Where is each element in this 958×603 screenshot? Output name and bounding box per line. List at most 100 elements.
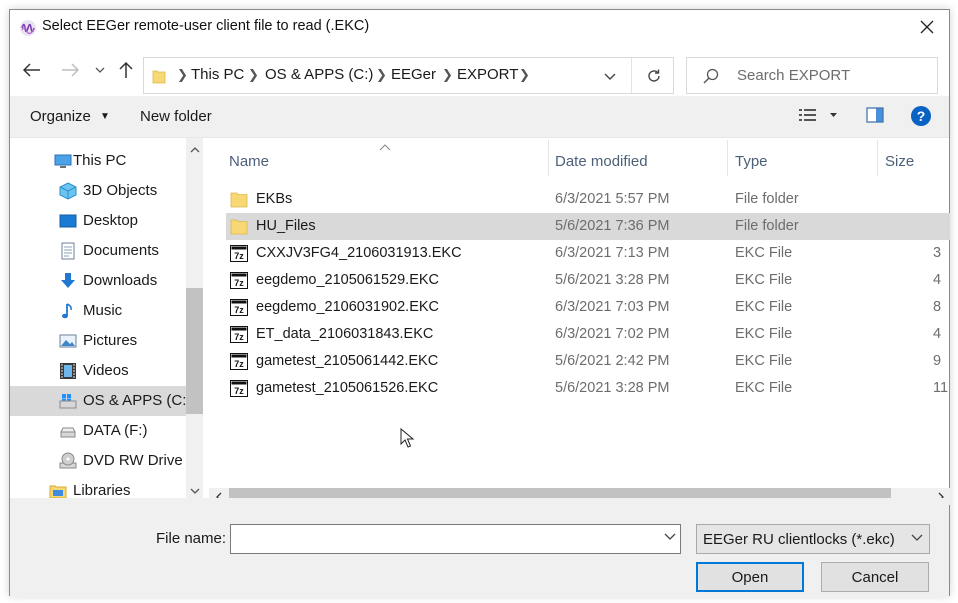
chevron-down-icon <box>911 534 923 541</box>
search-box[interactable]: Search EXPORT <box>686 57 938 94</box>
file-row[interactable]: 7z eegdemo_2106031902.EKC 6/3/2021 7:03 … <box>226 294 950 321</box>
file-size: 9 <box>933 353 942 369</box>
breadcrumb-eeger[interactable]: EEGer <box>391 66 436 83</box>
details-view-icon <box>799 109 837 121</box>
column-divider[interactable] <box>877 140 878 176</box>
title-bar: Select EEGer remote-user client file to … <box>10 10 949 46</box>
open-button[interactable]: Open <box>696 562 804 592</box>
svg-text:7z: 7z <box>234 278 244 288</box>
svg-text:7z: 7z <box>234 305 244 315</box>
file-row[interactable]: EKBs 6/3/2021 5:57 PM File folder <box>226 186 950 213</box>
forward-button[interactable] <box>58 59 82 81</box>
7z-file-icon: 7z <box>230 245 248 262</box>
folder-icon <box>230 219 248 235</box>
sidebar-item-videos[interactable]: Videos <box>10 356 186 386</box>
breadcrumb-os-apps[interactable]: OS & APPS (C:) <box>265 66 373 83</box>
breadcrumb-separator-icon: ❯ <box>248 67 259 82</box>
sidebar-item-data-drive[interactable]: DATA (F:) <box>10 416 186 446</box>
column-header-type[interactable]: Type <box>735 153 768 170</box>
scroll-up-arrow-icon[interactable] <box>189 144 200 155</box>
column-divider[interactable] <box>727 140 728 176</box>
content-area: This PC 3D Objects Desktop Documents Dow… <box>10 137 950 505</box>
arrow-left-icon <box>23 63 40 77</box>
scroll-down-arrow-icon[interactable] <box>189 485 200 496</box>
sort-ascending-icon <box>379 144 391 151</box>
file-name-combobox[interactable] <box>230 524 681 554</box>
breadcrumb-this-pc[interactable]: This PC <box>191 66 244 83</box>
help-button[interactable]: ? <box>910 105 932 130</box>
file-date: 5/6/2021 7:36 PM <box>555 218 670 234</box>
7z-file-icon: 7z <box>230 272 248 289</box>
file-name: eegdemo_2105061529.EKC <box>256 272 440 288</box>
back-button[interactable] <box>20 59 44 81</box>
navigation-pane: This PC 3D Objects Desktop Documents Dow… <box>10 138 186 498</box>
caret-down-icon: ▼ <box>100 111 110 122</box>
download-icon <box>61 273 75 288</box>
close-icon <box>920 20 934 33</box>
search-placeholder: Search EXPORT <box>737 67 851 84</box>
organize-button[interactable]: Organize ▼ <box>30 108 110 125</box>
sidebar-item-downloads[interactable]: Downloads <box>10 266 186 296</box>
file-size: 3 <box>933 245 942 261</box>
address-history-dropdown[interactable] <box>600 68 620 84</box>
arrow-up-icon <box>119 61 133 78</box>
column-divider[interactable] <box>548 140 549 176</box>
up-button[interactable] <box>114 59 138 81</box>
file-type-filter-select[interactable]: EEGer RU clientlocks (*.ekc) <box>696 524 930 554</box>
column-header-name[interactable]: Name <box>229 153 269 170</box>
new-folder-button[interactable]: New folder <box>140 108 212 125</box>
refresh-icon <box>647 69 660 82</box>
folder-icon <box>152 70 166 84</box>
file-type: EKC File <box>735 353 793 369</box>
file-name: CXXJV3FG4_2106031913.EKC <box>256 245 462 261</box>
7z-file-icon: 7z <box>230 299 248 316</box>
sidebar-item-documents[interactable]: Documents <box>10 236 186 266</box>
sidebar-item-label: This PC <box>73 152 127 169</box>
view-options-button[interactable] <box>798 106 838 127</box>
refresh-button[interactable] <box>631 58 675 93</box>
file-row[interactable]: 7z gametest_2105061526.EKC 5/6/2021 3:28… <box>226 375 950 402</box>
file-row[interactable]: HU_Files 5/6/2021 7:36 PM File folder <box>226 213 950 240</box>
sidebar-item-dvd-drive[interactable]: DVD RW Drive <box>10 446 186 476</box>
navigation-pane-scrollbar[interactable] <box>186 138 203 498</box>
file-name-input[interactable] <box>235 526 655 552</box>
column-header-date-modified[interactable]: Date modified <box>555 153 648 170</box>
file-date: 6/3/2021 7:02 PM <box>555 326 670 342</box>
recent-locations-button[interactable] <box>89 59 111 81</box>
chevron-down-icon <box>604 73 616 80</box>
file-name: gametest_2105061526.EKC <box>256 380 439 396</box>
desktop-icon <box>59 214 77 228</box>
svg-text:7z: 7z <box>234 386 244 396</box>
scrollbar-thumb[interactable] <box>186 288 203 414</box>
sidebar-item-music[interactable]: Music <box>10 296 186 326</box>
address-bar[interactable]: ❯ This PC ❯ OS & APPS (C:) ❯ EEGer ❯ EXP… <box>143 57 674 94</box>
breadcrumb-separator-icon: ❯ <box>519 67 530 82</box>
column-header-size[interactable]: Size <box>885 153 914 170</box>
sidebar-item-os-apps-drive[interactable]: OS & APPS (C:) <box>10 386 186 416</box>
sidebar-item-label: OS & APPS (C:) <box>83 392 186 409</box>
file-name: gametest_2105061442.EKC <box>256 353 439 369</box>
chevron-down-icon <box>95 67 105 73</box>
cancel-button[interactable]: Cancel <box>821 562 929 592</box>
file-row[interactable]: 7z eegdemo_2105061529.EKC 5/6/2021 3:28 … <box>226 267 950 294</box>
sidebar-item-label: 3D Objects <box>83 182 158 199</box>
picture-icon <box>59 334 77 348</box>
music-icon <box>62 303 72 319</box>
breadcrumb-export[interactable]: EXPORT <box>457 66 518 83</box>
file-row[interactable]: 7z ET_data_2106031843.EKC 6/3/2021 7:02 … <box>226 321 950 348</box>
folder-icon <box>230 192 248 208</box>
file-type: EKC File <box>735 380 793 396</box>
mouse-cursor-icon <box>400 428 414 448</box>
sidebar-item-desktop[interactable]: Desktop <box>10 206 186 236</box>
windows-drive-icon <box>59 394 77 409</box>
preview-pane-button[interactable] <box>866 107 884 126</box>
sidebar-item-3d-objects[interactable]: 3D Objects <box>10 176 186 206</box>
file-row[interactable]: 7z CXXJV3FG4_2106031913.EKC 6/3/2021 7:1… <box>226 240 950 267</box>
close-button[interactable] <box>905 10 949 43</box>
sidebar-item-libraries[interactable]: Libraries <box>10 476 186 498</box>
sidebar-item-this-pc[interactable]: This PC <box>10 146 186 176</box>
chevron-down-icon[interactable] <box>664 533 676 540</box>
file-row[interactable]: 7z gametest_2105061442.EKC 5/6/2021 2:42… <box>226 348 950 375</box>
sidebar-item-pictures[interactable]: Pictures <box>10 326 186 356</box>
arrow-right-icon <box>62 63 79 77</box>
